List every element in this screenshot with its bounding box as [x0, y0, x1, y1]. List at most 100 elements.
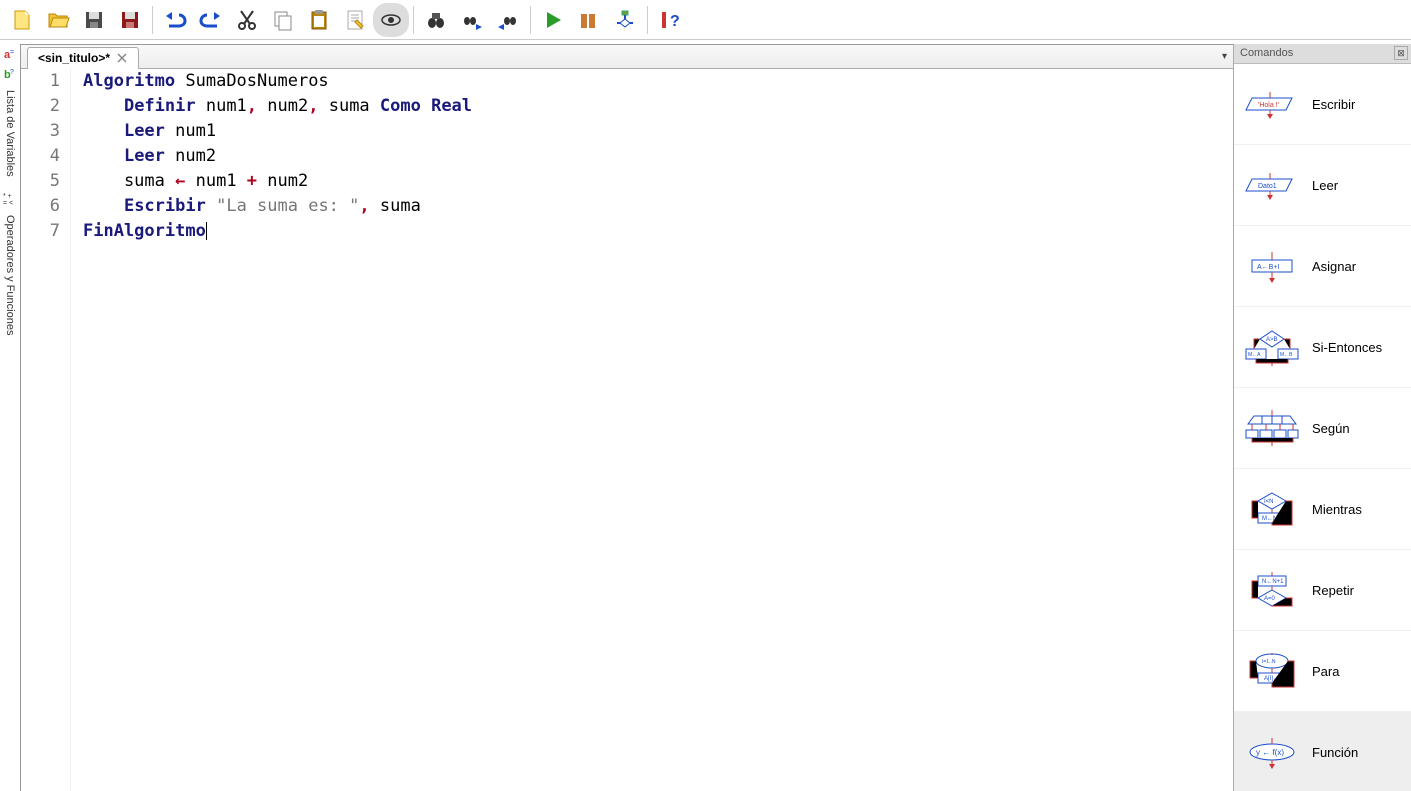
para-flowchart-icon: I=1..NA[I]←0 — [1242, 651, 1302, 691]
svg-text:I<N: I<N — [1264, 499, 1274, 505]
commands-list: 'Hola !'Escribir Dato1 Leer A←B+I Asignar A>B… — [1234, 64, 1411, 791]
code-line[interactable]: Leer num2 — [83, 144, 472, 169]
commands-panel: Comandos ⊠ 'Hola !'Escribir Dato1 Leer A←B+… — [1233, 44, 1411, 791]
left-sidebar: a= b? Lista de Variables * += < Operador… — [0, 40, 20, 791]
escribir-flowchart-icon: 'Hola !' — [1242, 84, 1302, 124]
paste-button[interactable] — [301, 3, 337, 37]
help-button[interactable]: ? — [652, 3, 688, 37]
flowchart-icon — [613, 8, 637, 32]
run-button[interactable] — [535, 3, 571, 37]
line-number: 7 — [21, 219, 60, 244]
command-label: Repetir — [1312, 583, 1354, 598]
svg-text:M←B: M←B — [1280, 352, 1293, 358]
svg-text:A←B+I: A←B+I — [1257, 264, 1279, 271]
step-button[interactable] — [571, 3, 607, 37]
view-button[interactable] — [373, 3, 409, 37]
funcion-flowchart-icon: y ← f(x) — [1242, 732, 1302, 772]
cut-button[interactable] — [229, 3, 265, 37]
toolbar-separator — [530, 6, 531, 34]
code-content[interactable]: Algoritmo SumaDosNumeros Definir num1, n… — [71, 69, 472, 791]
segun-flowchart-icon — [1242, 408, 1302, 448]
command-leer[interactable]: Dato1 Leer — [1234, 145, 1411, 226]
code-area[interactable]: 1234567 Algoritmo SumaDosNumeros Definir… — [21, 69, 1233, 791]
code-line[interactable]: Algoritmo SumaDosNumeros — [83, 69, 472, 94]
close-icon — [117, 53, 127, 63]
edit-button[interactable] — [337, 3, 373, 37]
file-tab[interactable]: <sin_titulo>* — [27, 47, 139, 69]
command-escribir[interactable]: 'Hola !'Escribir — [1234, 64, 1411, 145]
undo-button[interactable] — [157, 3, 193, 37]
svg-text:Dato1: Dato1 — [1258, 183, 1277, 190]
find-next-button[interactable] — [454, 3, 490, 37]
command-mientras[interactable]: I<NM←M*IMientras — [1234, 469, 1411, 550]
repetir-flowchart-icon: N←N+1 A=0 — [1242, 570, 1302, 610]
toolbar-separator — [413, 6, 414, 34]
svg-text:?: ? — [10, 69, 14, 76]
command-segun[interactable]: Según — [1234, 388, 1411, 469]
svg-text:I=1..N: I=1..N — [1262, 659, 1276, 665]
step-icon — [577, 8, 601, 32]
command-label: Asignar — [1312, 259, 1356, 274]
notepad-icon — [343, 8, 367, 32]
command-asignar[interactable]: A←B+I Asignar — [1234, 226, 1411, 307]
svg-text:A>B: A>B — [1266, 337, 1278, 343]
binoculars-icon — [424, 8, 448, 32]
operators-functions-tab[interactable]: Operadores y Funciones — [4, 211, 16, 339]
command-label: Según — [1312, 421, 1350, 436]
scissors-icon — [235, 8, 259, 32]
command-label: Leer — [1312, 178, 1338, 193]
new-button[interactable] — [4, 3, 40, 37]
code-line[interactable]: Definir num1, num2, suma Como Real — [83, 94, 472, 119]
leer-flowchart-icon: Dato1 — [1242, 165, 1302, 205]
undo-icon — [163, 8, 187, 32]
debug-button[interactable] — [607, 3, 643, 37]
svg-text:N←N+1: N←N+1 — [1262, 579, 1284, 585]
line-number: 2 — [21, 94, 60, 119]
svg-text:* +: * + — [3, 193, 12, 200]
command-repetir[interactable]: N←N+1 A=0 Repetir — [1234, 550, 1411, 631]
svg-text:?: ? — [670, 13, 680, 30]
command-funcion[interactable]: y ← f(x)Función — [1234, 712, 1411, 791]
variables-list-tab[interactable]: Lista de Variables — [4, 86, 16, 181]
save-button[interactable] — [76, 3, 112, 37]
commands-panel-close[interactable]: ⊠ — [1394, 46, 1408, 60]
command-si[interactable]: A>BM←AM←B Si-Entonces — [1234, 307, 1411, 388]
tab-title: <sin_titulo>* — [38, 51, 110, 65]
code-line[interactable]: suma ← num1 + num2 — [83, 169, 472, 194]
line-number: 3 — [21, 119, 60, 144]
code-line[interactable]: FinAlgoritmo — [83, 219, 472, 244]
toolbar-separator — [647, 6, 648, 34]
find-button[interactable] — [418, 3, 454, 37]
command-label: Si-Entonces — [1312, 340, 1382, 355]
redo-button[interactable] — [193, 3, 229, 37]
commands-panel-title: Comandos ⊠ — [1234, 44, 1411, 64]
clipboard-icon — [307, 8, 331, 32]
toolbar: ? — [0, 0, 1411, 40]
save-as-button[interactable] — [112, 3, 148, 37]
code-line[interactable]: Leer num1 — [83, 119, 472, 144]
help-icon: ? — [658, 8, 682, 32]
svg-text:A=0: A=0 — [1264, 596, 1276, 602]
binoculars-next-icon — [460, 8, 484, 32]
var-a-icon[interactable]: a= — [2, 46, 18, 62]
tab-dropdown[interactable]: ▾ — [1222, 51, 1227, 62]
main-area: a= b? Lista de Variables * += < Operador… — [0, 40, 1411, 791]
copy-button[interactable] — [265, 3, 301, 37]
tab-close-button[interactable] — [116, 52, 128, 64]
line-gutter: 1234567 — [21, 69, 71, 791]
editor: <sin_titulo>* ▾ 1234567 Algoritmo SumaDo… — [20, 44, 1233, 791]
new-file-icon — [10, 8, 34, 32]
var-b-icon[interactable]: b? — [2, 66, 18, 82]
code-line[interactable]: Escribir "La suma es: ", suma — [83, 194, 472, 219]
copy-icon — [271, 8, 295, 32]
find-prev-button[interactable] — [490, 3, 526, 37]
eye-icon — [379, 8, 403, 32]
si-flowchart-icon: A>BM←AM←B — [1242, 327, 1302, 367]
ops-icon[interactable]: * += < — [2, 191, 18, 207]
line-number: 4 — [21, 144, 60, 169]
play-icon — [541, 8, 565, 32]
binoculars-prev-icon — [496, 8, 520, 32]
redo-icon — [199, 8, 223, 32]
command-para[interactable]: I=1..NA[I]←0Para — [1234, 631, 1411, 712]
open-button[interactable] — [40, 3, 76, 37]
